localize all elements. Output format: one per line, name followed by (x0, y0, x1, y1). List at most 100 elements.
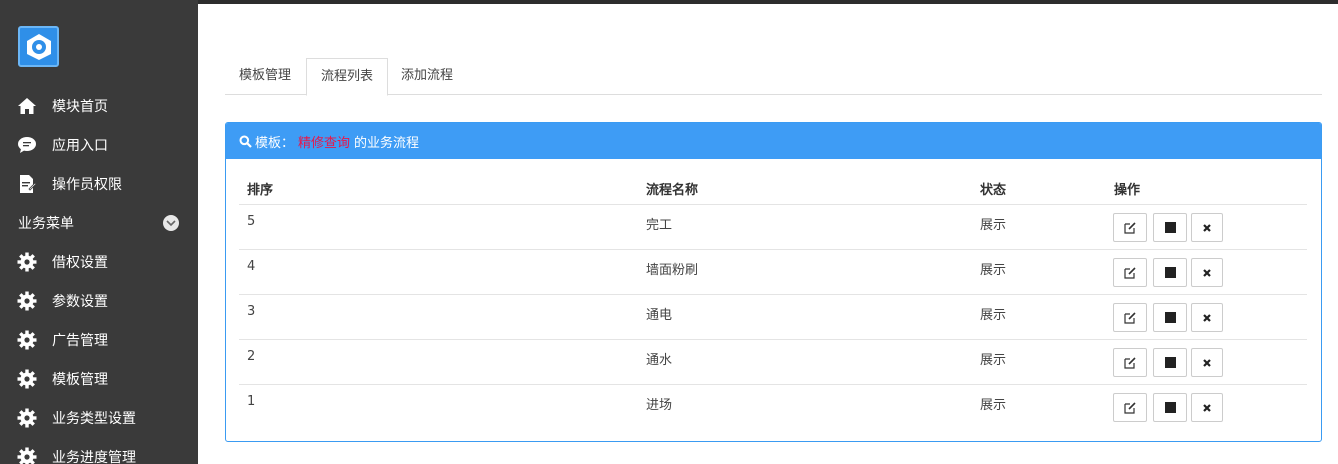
column-header-name: 流程名称 (646, 183, 699, 198)
tab-bar: 模板管理 流程列表 添加流程 (225, 58, 1322, 96)
stop-button[interactable] (1153, 348, 1187, 377)
close-icon (1203, 403, 1211, 412)
delete-button[interactable] (1191, 348, 1223, 377)
edit-button[interactable] (1113, 258, 1147, 287)
stop-icon (1164, 402, 1176, 413)
sidebar-item-borrow-settings[interactable]: 借权设置 (0, 242, 198, 281)
edit-button[interactable] (1113, 303, 1147, 332)
cell-name: 墙面粉刷 (646, 263, 699, 278)
cell-name: 通水 (646, 353, 673, 368)
stop-icon (1164, 357, 1176, 368)
cell-order: 2 (247, 349, 256, 364)
sidebar-item-label: 业务类型设置 (52, 410, 136, 427)
stop-button[interactable] (1153, 393, 1187, 422)
chevron-down-icon[interactable] (163, 215, 179, 231)
sidebar-item-label: 模板管理 (52, 371, 108, 388)
section-label: 业务菜单 (18, 215, 74, 232)
sidebar-item-parameter-settings[interactable]: 参数设置 (0, 281, 198, 320)
close-icon (1203, 358, 1211, 367)
sidebar-item-label: 操作员权限 (52, 176, 122, 193)
edit-icon (1124, 266, 1136, 279)
table-row: 2 通水 展示 (239, 339, 1307, 384)
panel-header: 模板： 精修查询 的业务流程 (226, 123, 1321, 159)
column-header-status: 状态 (980, 183, 1007, 198)
cell-status: 展示 (980, 218, 1007, 233)
stop-icon (1164, 222, 1176, 233)
sidebar-item-home[interactable]: 模块首页 (0, 86, 198, 125)
table-row: 4 墙面粉刷 展示 (239, 249, 1307, 294)
cell-status: 展示 (980, 263, 1007, 278)
edit-icon (1124, 356, 1136, 369)
chat-icon (16, 134, 38, 156)
hexagon-logo-icon (27, 34, 51, 60)
edit-button[interactable] (1113, 213, 1147, 242)
gear-icon (16, 329, 38, 351)
sidebar-item-ad-management[interactable]: 广告管理 (0, 320, 198, 359)
sidebar-item-label: 应用入口 (52, 137, 108, 154)
edit-button[interactable] (1113, 393, 1147, 422)
cell-order: 3 (247, 304, 256, 319)
gear-icon (16, 368, 38, 390)
stop-button[interactable] (1153, 213, 1187, 242)
edit-button[interactable] (1113, 348, 1147, 377)
column-header-order: 排序 (247, 183, 274, 198)
cell-status: 展示 (980, 308, 1007, 323)
sidebar-item-template-management[interactable]: 模板管理 (0, 359, 198, 398)
tab-process-list[interactable]: 流程列表 (306, 58, 389, 96)
table-header-row: 排序 流程名称 状态 操作 (239, 171, 1307, 204)
delete-button[interactable] (1191, 258, 1223, 287)
sidebar-menu: 模块首页 应用入口 操作员权限 业务菜单 借权设置 参数设置 广告管理 模板管理… (0, 86, 198, 464)
sidebar-item-label: 借权设置 (52, 254, 108, 271)
stop-button[interactable] (1153, 258, 1187, 287)
close-icon (1203, 313, 1211, 322)
business-menu-section[interactable]: 业务菜单 (0, 203, 198, 242)
stop-button[interactable] (1153, 303, 1187, 332)
home-icon (16, 95, 38, 117)
cell-status: 展示 (980, 353, 1007, 368)
cell-name: 完工 (646, 218, 673, 233)
edit-icon (1124, 311, 1136, 324)
main-content: 模板管理 流程列表 添加流程 模板： 精修查询 的业务流程 排序 流程名称 状态… (198, 4, 1338, 464)
close-icon (1203, 223, 1211, 232)
gear-icon (16, 251, 38, 273)
app-logo[interactable] (18, 26, 59, 67)
sidebar-item-label: 模块首页 (52, 98, 108, 115)
sidebar-item-label: 业务进度管理 (52, 449, 136, 464)
sidebar-item-app-entry[interactable]: 应用入口 (0, 125, 198, 164)
edit-icon (1124, 221, 1136, 234)
document-edit-icon (16, 173, 38, 195)
panel-title-suffix: 的业务流程 (354, 135, 420, 151)
cell-status: 展示 (980, 398, 1007, 413)
search-icon (239, 135, 252, 148)
sidebar: 模块首页 应用入口 操作员权限 业务菜单 借权设置 参数设置 广告管理 模板管理… (0, 0, 198, 464)
table-row: 1 进场 展示 (239, 384, 1307, 429)
template-name: 精修查询 (298, 135, 351, 151)
sidebar-item-label: 参数设置 (52, 293, 108, 310)
sidebar-item-label: 广告管理 (52, 332, 108, 349)
cell-order: 5 (247, 214, 256, 229)
gear-icon (16, 407, 38, 429)
delete-button[interactable] (1191, 393, 1223, 422)
sidebar-item-business-type-settings[interactable]: 业务类型设置 (0, 398, 198, 437)
delete-button[interactable] (1191, 213, 1223, 242)
close-icon (1203, 268, 1211, 277)
tab-template-management[interactable]: 模板管理 (225, 58, 305, 95)
process-table: 排序 流程名称 状态 操作 5 完工 展示 4 墙面粉刷 展示 3 通电 展示 … (239, 171, 1307, 429)
column-header-actions: 操作 (1114, 183, 1141, 198)
table-row: 5 完工 展示 (239, 204, 1307, 249)
sidebar-item-business-progress[interactable]: 业务进度管理 (0, 437, 198, 464)
gear-icon (16, 446, 38, 464)
gear-icon (16, 290, 38, 312)
stop-icon (1164, 267, 1176, 278)
cell-name: 通电 (646, 308, 673, 323)
stop-icon (1164, 312, 1176, 323)
sidebar-item-operator-permissions[interactable]: 操作员权限 (0, 164, 198, 203)
delete-button[interactable] (1191, 303, 1223, 332)
table-row: 3 通电 展示 (239, 294, 1307, 339)
process-panel: 模板： 精修查询 的业务流程 排序 流程名称 状态 操作 5 完工 展示 4 墙… (225, 122, 1322, 442)
cell-order: 4 (247, 259, 256, 274)
tab-add-process[interactable]: 添加流程 (387, 58, 467, 95)
panel-title-prefix: 模板： (255, 135, 295, 151)
cell-order: 1 (247, 394, 256, 409)
edit-icon (1124, 401, 1136, 414)
